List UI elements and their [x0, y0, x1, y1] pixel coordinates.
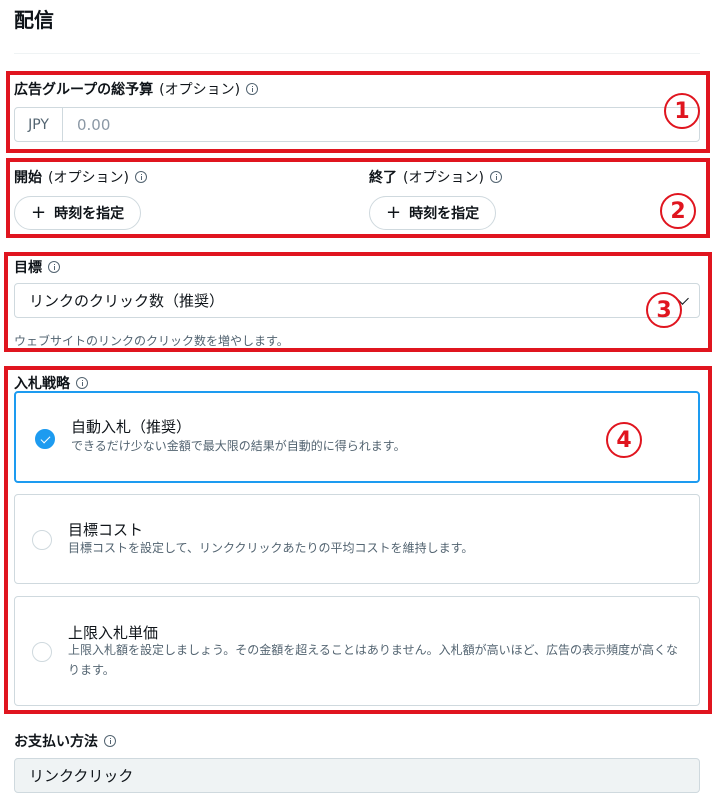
end-label: 終了 (オプション): [369, 167, 502, 187]
section-title: 配信: [14, 8, 54, 32]
annotation-number-1: 1: [664, 93, 700, 129]
currency-label: JPY: [15, 108, 63, 141]
bid-label-text: 入札戦略: [14, 376, 70, 392]
start-label-text: 開始: [14, 170, 42, 186]
goal-label: 目標: [14, 257, 60, 277]
budget-input[interactable]: [63, 108, 699, 141]
budget-label: 広告グループの総予算 (オプション): [14, 79, 259, 99]
budget-optional-text: (オプション): [159, 82, 241, 98]
info-icon[interactable]: [48, 261, 60, 273]
bid-option-desc: できるだけ少ない金額で最大限の結果が自動的に得られます。: [71, 439, 406, 453]
info-icon[interactable]: [104, 735, 116, 747]
bid-option-title: 自動入札（推奨）: [71, 418, 192, 436]
annotation-number-3: 3: [646, 292, 682, 328]
payment-label: お支払い方法: [14, 731, 116, 751]
end-label-text: 終了: [369, 170, 397, 186]
end-optional-text: (オプション): [403, 170, 484, 186]
plus-icon: +: [386, 202, 402, 223]
goal-select[interactable]: リンクのクリック数（推奨）: [14, 283, 700, 318]
payment-method-field: リンククリック: [14, 758, 700, 793]
divider: [14, 53, 700, 54]
goal-selected-value: リンクのクリック数（推奨）: [29, 292, 225, 310]
goal-helper-text: ウェブサイトのリンクのクリック数を増やします。: [14, 334, 289, 348]
budget-field: JPY: [14, 107, 700, 142]
bid-option-target-cost[interactable]: 目標コスト 目標コストを設定して、リンククリックあたりの平均コストを維持します。: [14, 494, 700, 584]
annotation-number-4: 4: [606, 422, 642, 458]
start-time-button[interactable]: + 時刻を指定: [14, 196, 142, 230]
budget-label-text: 広告グループの総予算: [14, 82, 154, 98]
end-time-button[interactable]: + 時刻を指定: [369, 196, 497, 230]
start-label: 開始 (オプション): [14, 167, 147, 187]
bid-option-title: 目標コスト: [68, 521, 144, 539]
bid-option-max-bid[interactable]: 上限入札単価 上限入札額を設定しましょう。その金額を超えることはありません。入札…: [14, 596, 700, 706]
payment-label-text: お支払い方法: [14, 734, 98, 750]
bid-option-auto[interactable]: 自動入札（推奨） できるだけ少ない金額で最大限の結果が自動的に得られます。: [14, 391, 700, 483]
end-time-button-label: 時刻を指定: [409, 206, 480, 222]
goal-label-text: 目標: [14, 260, 42, 276]
plus-icon: +: [31, 202, 47, 223]
start-optional-text: (オプション): [48, 170, 129, 186]
payment-method-value: リンククリック: [29, 767, 134, 785]
annotation-number-2: 2: [660, 193, 696, 229]
info-icon[interactable]: [489, 171, 502, 183]
bid-option-desc: 目標コストを設定して、リンククリックあたりの平均コストを維持します。: [68, 541, 474, 555]
radio-checked-icon[interactable]: [35, 429, 55, 449]
bid-label: 入札戦略: [14, 373, 88, 393]
start-time-button-label: 時刻を指定: [54, 206, 125, 222]
info-icon[interactable]: [246, 83, 259, 95]
bid-option-desc: 上限入札額を設定しましょう。その金額を超えることはありません。入札額が高いほど、…: [68, 643, 678, 677]
info-icon[interactable]: [134, 171, 147, 183]
radio-icon[interactable]: [32, 642, 52, 662]
info-icon[interactable]: [76, 377, 88, 389]
radio-icon[interactable]: [32, 530, 52, 550]
